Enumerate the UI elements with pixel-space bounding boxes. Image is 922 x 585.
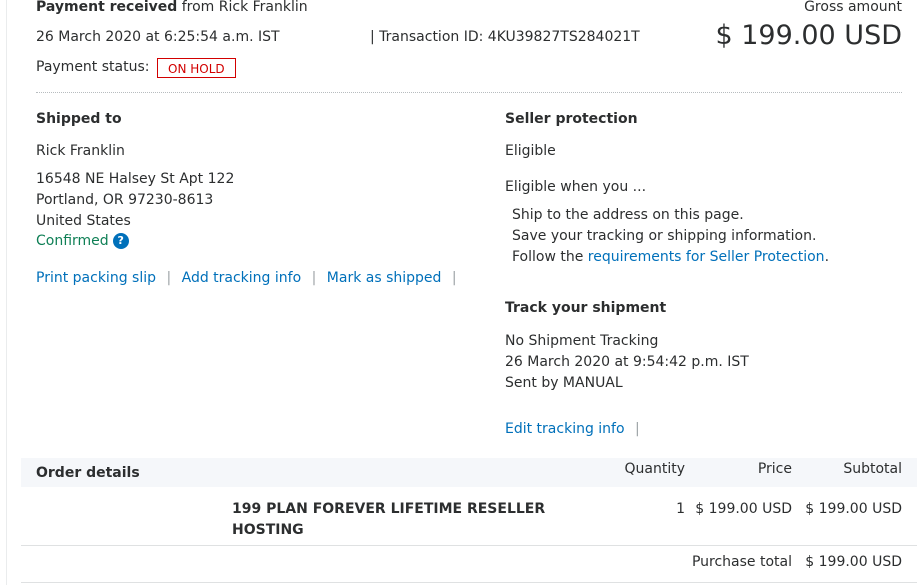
shipped-to-heading: Shipped to [36,111,122,127]
seller-protection-item: Save your tracking or shipping informati… [512,228,817,244]
requirements-link[interactable]: requirements for Seller Protection [588,249,825,265]
separator: | [166,270,172,286]
tracking-actions: Edit tracking info | [505,421,640,437]
tracking-sent-by: Sent by MANUAL [505,375,623,391]
print-packing-slip-link[interactable]: Print packing slip [36,270,156,286]
address-country: United States [36,213,131,229]
add-tracking-info-link[interactable]: Add tracking info [182,270,302,286]
address-line1: 16548 NE Halsey St Apt 122 [36,171,235,187]
seller-protection-item: Ship to the address on this page. [512,207,744,223]
order-divider [21,545,917,546]
gross-amount-label: Gross amount [804,0,902,15]
column-price: Price [757,461,792,477]
seller-protection-status: Eligible [505,143,556,159]
column-quantity: Quantity [624,461,686,477]
shipping-actions: Print packing slip | Add tracking info |… [36,270,457,286]
address-confirmed: Confirmed? [36,233,129,249]
payment-datetime: 26 March 2020 at 6:25:54 a.m. IST [36,29,280,45]
seller-protection-intro: Eligible when you ... [505,179,647,195]
payment-title: Payment received from Rick Franklin [36,0,308,15]
left-border [6,0,7,585]
transaction-id: | Transaction ID: 4KU39827TS284021T [370,29,640,45]
payment-title-from: from Rick Franklin [181,0,308,15]
item-subtotal: $ 199.00 USD [805,501,902,517]
payment-status-label: Payment status: [36,59,150,75]
address-line2: Portland, OR 97230-8613 [36,192,214,208]
item-price: $ 199.00 USD [695,501,792,517]
gross-amount: $ 199.00 USD [715,20,902,51]
payment-title-bold: Payment received [36,0,178,15]
separator: | [451,270,457,286]
tracking-datetime: 26 March 2020 at 9:54:42 p.m. IST [505,354,749,370]
confirmed-label: Confirmed [36,233,109,249]
item-quantity: 1 [676,501,685,517]
requirements-prefix: Follow the [512,249,584,265]
help-icon[interactable]: ? [112,233,129,249]
item-name-line1: 199 PLAN FOREVER LIFETIME RESELLER [232,501,546,517]
item-name-line2: HOSTING [232,522,304,538]
seller-protection-heading: Seller protection [505,111,638,127]
track-shipment-heading: Track your shipment [505,300,667,316]
separator: | [635,421,640,437]
total-divider [21,582,917,583]
shipping-name: Rick Franklin [36,143,125,159]
separator: | [311,270,317,286]
column-subtotal: Subtotal [843,461,902,477]
status-badge: ON HOLD [157,58,236,78]
purchase-total: $ 199.00 USD [805,554,902,570]
tracking-status: No Shipment Tracking [505,333,659,349]
mark-as-shipped-link[interactable]: Mark as shipped [327,270,442,286]
order-details-heading: Order details [36,465,140,481]
edit-tracking-info-link[interactable]: Edit tracking info [505,421,625,437]
purchase-total-label: Purchase total [691,554,792,570]
requirements-suffix: . [824,249,830,265]
seller-protection-item: Follow the requirements for Seller Prote… [512,249,829,265]
header-divider [36,92,902,93]
